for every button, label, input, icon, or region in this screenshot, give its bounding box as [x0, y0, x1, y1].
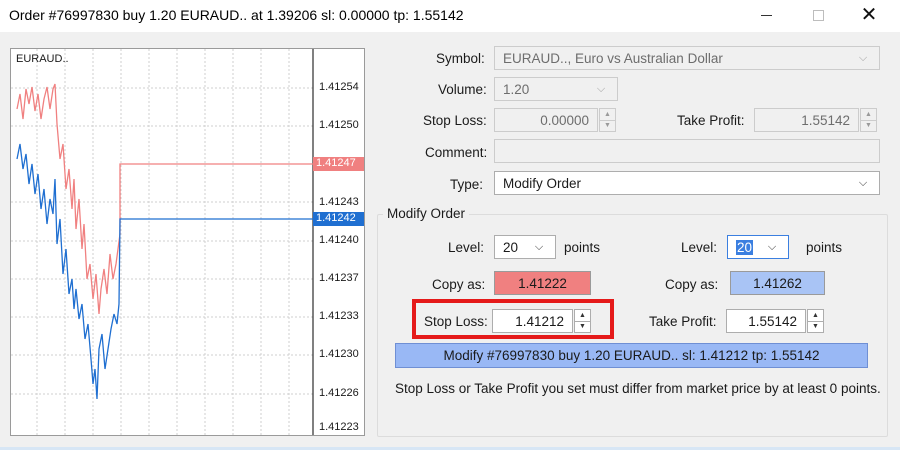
arrow-up-icon[interactable]: ▲	[575, 310, 590, 322]
modify-stop-loss-spinner[interactable]: ▲ ▼	[574, 309, 591, 333]
sl-points-label: points	[564, 240, 601, 255]
take-profit-input[interactable]: 1.55142	[754, 108, 859, 132]
symbol-value: EURAUD.., Euro vs Australian Dollar	[503, 50, 723, 66]
arrow-down-icon[interactable]: ▼	[861, 121, 876, 132]
arrow-up-icon[interactable]: ▲	[808, 310, 823, 322]
type-value: Modify Order	[503, 175, 582, 191]
stop-loss-spinner[interactable]: ▲ ▼	[599, 108, 616, 132]
price-axis-label: 1.41237	[319, 272, 359, 284]
stop-loss-label: Stop Loss:	[423, 113, 487, 128]
tp-level-label: Level:	[681, 240, 718, 255]
price-axis-label: 1.41243	[319, 196, 359, 208]
sl-level-value: 20	[503, 239, 519, 255]
type-label: Type:	[450, 177, 484, 192]
modify-take-profit-input[interactable]: 1.55142	[726, 309, 806, 333]
price-axis-label: 1.41254	[319, 81, 359, 93]
tp-level-select[interactable]: 20 ⌵	[727, 235, 789, 259]
take-profit-spinner[interactable]: ▲ ▼	[860, 108, 877, 132]
price-axis-label: 1.41240	[319, 234, 359, 246]
sl-level-select[interactable]: 20 ⌵	[494, 235, 556, 259]
tick-chart: EURAUD.. 1.41254 1.41250 1.41247 1.41243…	[10, 48, 365, 436]
symbol-select[interactable]: EURAUD.., Euro vs Australian Dollar ⌵	[494, 46, 880, 70]
bid-price-label: 1.41242	[316, 212, 356, 224]
chart-symbol-label: EURAUD..	[16, 53, 69, 65]
sl-copy-label: Copy as:	[432, 277, 486, 292]
arrow-up-icon[interactable]: ▲	[600, 109, 615, 121]
close-icon: ✕	[860, 4, 878, 26]
chevron-down-icon: ⌵	[858, 176, 868, 189]
volume-select[interactable]: 1.20 ⌵	[494, 77, 618, 101]
arrow-down-icon[interactable]: ▼	[575, 322, 590, 333]
symbol-label: Symbol:	[436, 51, 485, 66]
title-bar: Order #76997830 buy 1.20 EURAUD.. at 1.3…	[0, 0, 900, 32]
volume-label: Volume:	[438, 82, 487, 97]
modify-stop-loss-input[interactable]: 1.41212	[492, 309, 573, 333]
modify-button[interactable]: Modify #76997830 buy 1.20 EURAUD.. sl: 1…	[395, 343, 868, 368]
stop-loss-input[interactable]: 0.00000	[494, 108, 598, 132]
arrow-up-icon[interactable]: ▲	[861, 109, 876, 121]
modify-take-profit-value: 1.55142	[748, 313, 797, 329]
tick-chart-svg	[11, 49, 364, 435]
modify-stop-loss-value: 1.41212	[515, 313, 564, 329]
chevron-down-icon: ⌵	[767, 240, 777, 253]
chevron-down-icon: ⌵	[596, 82, 606, 95]
price-axis-label: 1.41233	[319, 310, 359, 322]
minimize-button[interactable]	[743, 0, 789, 30]
info-text: Stop Loss or Take Profit you set must di…	[395, 381, 881, 396]
stop-loss-value: 0.00000	[540, 112, 589, 128]
tp-copy-button[interactable]: 1.41262	[730, 271, 825, 295]
chevron-down-icon: ⌵	[534, 240, 544, 253]
window-title: Order #76997830 buy 1.20 EURAUD.. at 1.3…	[9, 7, 464, 23]
price-axis-label: 1.41223	[319, 421, 359, 433]
modify-order-group-title: Modify Order	[383, 206, 470, 221]
maximize-icon	[812, 9, 824, 21]
price-axis-label: 1.41230	[319, 348, 359, 360]
tp-points-label: points	[806, 240, 843, 255]
comment-label: Comment:	[425, 145, 488, 160]
take-profit-label: Take Profit:	[677, 113, 745, 128]
modify-stop-loss-label: Stop Loss:	[424, 314, 488, 329]
ask-price-label: 1.41247	[316, 157, 356, 169]
minimize-icon	[760, 14, 772, 16]
type-select[interactable]: Modify Order ⌵	[494, 171, 880, 195]
price-axis-label: 1.41226	[319, 387, 359, 399]
chevron-down-icon: ⌵	[858, 51, 868, 64]
sl-copy-button[interactable]: 1.41222	[494, 271, 591, 295]
arrow-down-icon[interactable]: ▼	[600, 121, 615, 132]
sl-level-label: Level:	[448, 240, 485, 255]
modify-take-profit-spinner[interactable]: ▲ ▼	[807, 309, 824, 333]
tp-level-value: 20	[736, 239, 754, 255]
modify-take-profit-label: Take Profit:	[649, 314, 717, 329]
close-button[interactable]: ✕	[846, 0, 892, 30]
tp-copy-label: Copy as:	[665, 277, 719, 292]
price-axis-label: 1.41250	[319, 119, 359, 131]
arrow-down-icon[interactable]: ▼	[808, 322, 823, 333]
comment-input[interactable]	[494, 139, 880, 163]
bid-price-line	[16, 143, 313, 400]
maximize-button[interactable]	[795, 0, 841, 30]
volume-value: 1.20	[503, 81, 530, 97]
take-profit-value: 1.55142	[801, 112, 850, 128]
